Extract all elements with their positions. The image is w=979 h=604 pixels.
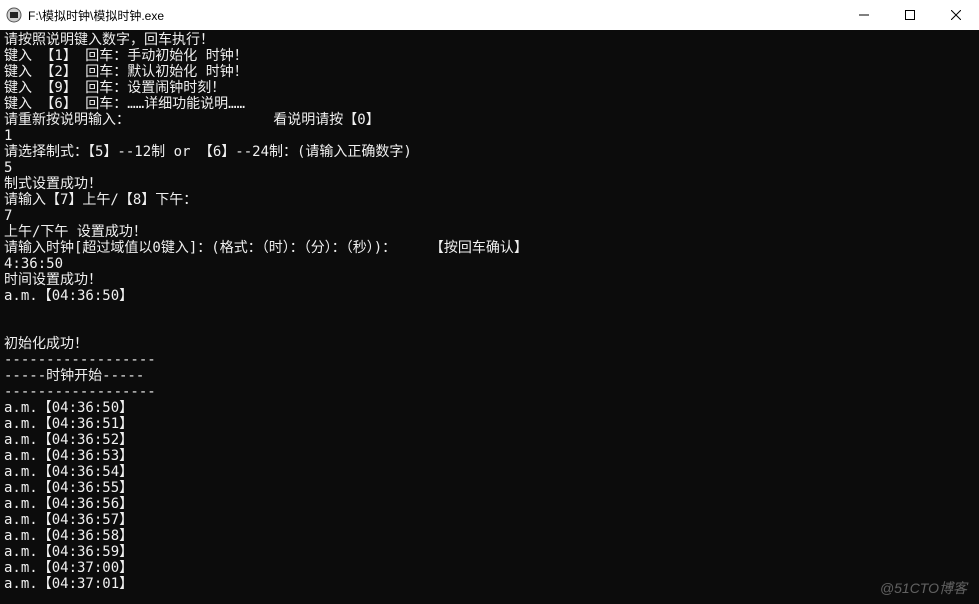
console-line: 时间设置成功！ <box>4 272 975 288</box>
console-line: 7 <box>4 208 975 224</box>
console-line: a.m.【04:36:57】 <box>4 512 975 528</box>
console-line: a.m.【04:36:50】 <box>4 288 975 304</box>
console-line: -----时钟开始----- <box>4 368 975 384</box>
console-line: 请输入【7】上午/【8】下午： <box>4 192 975 208</box>
console-line <box>4 320 975 336</box>
console-line: a.m.【04:36:50】 <box>4 400 975 416</box>
app-icon <box>6 7 22 23</box>
console-line: a.m.【04:37:00】 <box>4 560 975 576</box>
watermark: @51CTO博客 <box>880 578 967 598</box>
titlebar: F:\模拟时钟\模拟时钟.exe <box>0 0 979 30</box>
console-line: 键入 【2】 回车：默认初始化 时钟！ <box>4 64 975 80</box>
close-button[interactable] <box>933 0 979 30</box>
console-line: a.m.【04:36:58】 <box>4 528 975 544</box>
console-line: a.m.【04:36:54】 <box>4 464 975 480</box>
console-line: 请选择制式：【5】--12制 or 【6】--24制：(请输入正确数字) <box>4 144 975 160</box>
console-line: 请按照说明键入数字，回车执行！ <box>4 32 975 48</box>
console-line: 初始化成功！ <box>4 336 975 352</box>
console-line: 键入 【1】 回车：手动初始化 时钟！ <box>4 48 975 64</box>
console-line <box>4 304 975 320</box>
console-line: a.m.【04:36:56】 <box>4 496 975 512</box>
console-line: ------------------ <box>4 352 975 368</box>
console-line: a.m.【04:36:55】 <box>4 480 975 496</box>
console-line: 上午/下午 设置成功！ <box>4 224 975 240</box>
console-line: 请输入时钟[超过域值以0键入]：(格式：（时）：（分）：（秒）)： 【按回车确认… <box>4 240 975 256</box>
console-line: a.m.【04:37:01】 <box>4 576 975 592</box>
console-line: 制式设置成功！ <box>4 176 975 192</box>
console-line: a.m.【04:36:52】 <box>4 432 975 448</box>
console-line: 键入 【9】 回车：设置闹钟时刻！ <box>4 80 975 96</box>
console-line: ------------------ <box>4 384 975 400</box>
console-line: 4:36:50 <box>4 256 975 272</box>
window-title: F:\模拟时钟\模拟时钟.exe <box>28 7 164 24</box>
console-line: a.m.【04:36:51】 <box>4 416 975 432</box>
console-line: 请重新按说明输入： 看说明请按【0】 <box>4 112 975 128</box>
titlebar-left: F:\模拟时钟\模拟时钟.exe <box>6 7 164 24</box>
console-area[interactable]: 请按照说明键入数字，回车执行！键入 【1】 回车：手动初始化 时钟！键入 【2】… <box>0 30 979 594</box>
console-line: 5 <box>4 160 975 176</box>
console-line: 键入 【6】 回车：……详细功能说明…… <box>4 96 975 112</box>
window-controls <box>841 0 979 30</box>
console-line: a.m.【04:36:59】 <box>4 544 975 560</box>
console-line: 1 <box>4 128 975 144</box>
console-line: a.m.【04:36:53】 <box>4 448 975 464</box>
maximize-button[interactable] <box>887 0 933 30</box>
minimize-button[interactable] <box>841 0 887 30</box>
